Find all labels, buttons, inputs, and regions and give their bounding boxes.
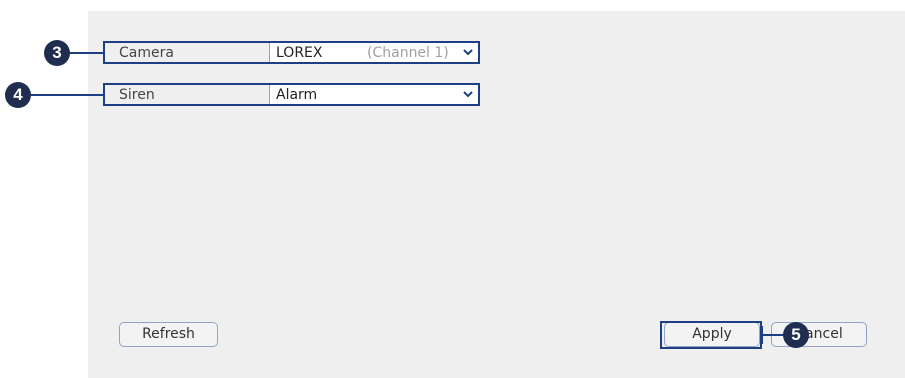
camera-value: LOREX [276, 45, 323, 61]
camera-channel-hint: (Channel 1) [367, 45, 449, 61]
camera-label: Camera [119, 45, 174, 61]
callout-5-badge: 5 [783, 322, 809, 348]
chevron-down-icon [463, 91, 473, 98]
apply-highlight-frame [660, 321, 762, 349]
camera-select[interactable]: LOREX (Channel 1) [269, 43, 478, 62]
chevron-down-icon [463, 49, 473, 56]
siren-value: Alarm [276, 87, 318, 103]
callout-3-badge: 3 [44, 40, 70, 66]
callout-4-badge: 4 [5, 82, 31, 108]
callout-5-bracket [761, 326, 763, 344]
callout-5-leader [761, 334, 785, 336]
refresh-button[interactable]: Refresh [119, 322, 218, 347]
siren-label: Siren [119, 87, 155, 103]
callout-4-leader [20, 94, 104, 96]
camera-row: Camera LOREX (Channel 1) [103, 41, 480, 64]
siren-row: Siren Alarm [103, 83, 480, 106]
siren-select[interactable]: Alarm [269, 85, 478, 104]
